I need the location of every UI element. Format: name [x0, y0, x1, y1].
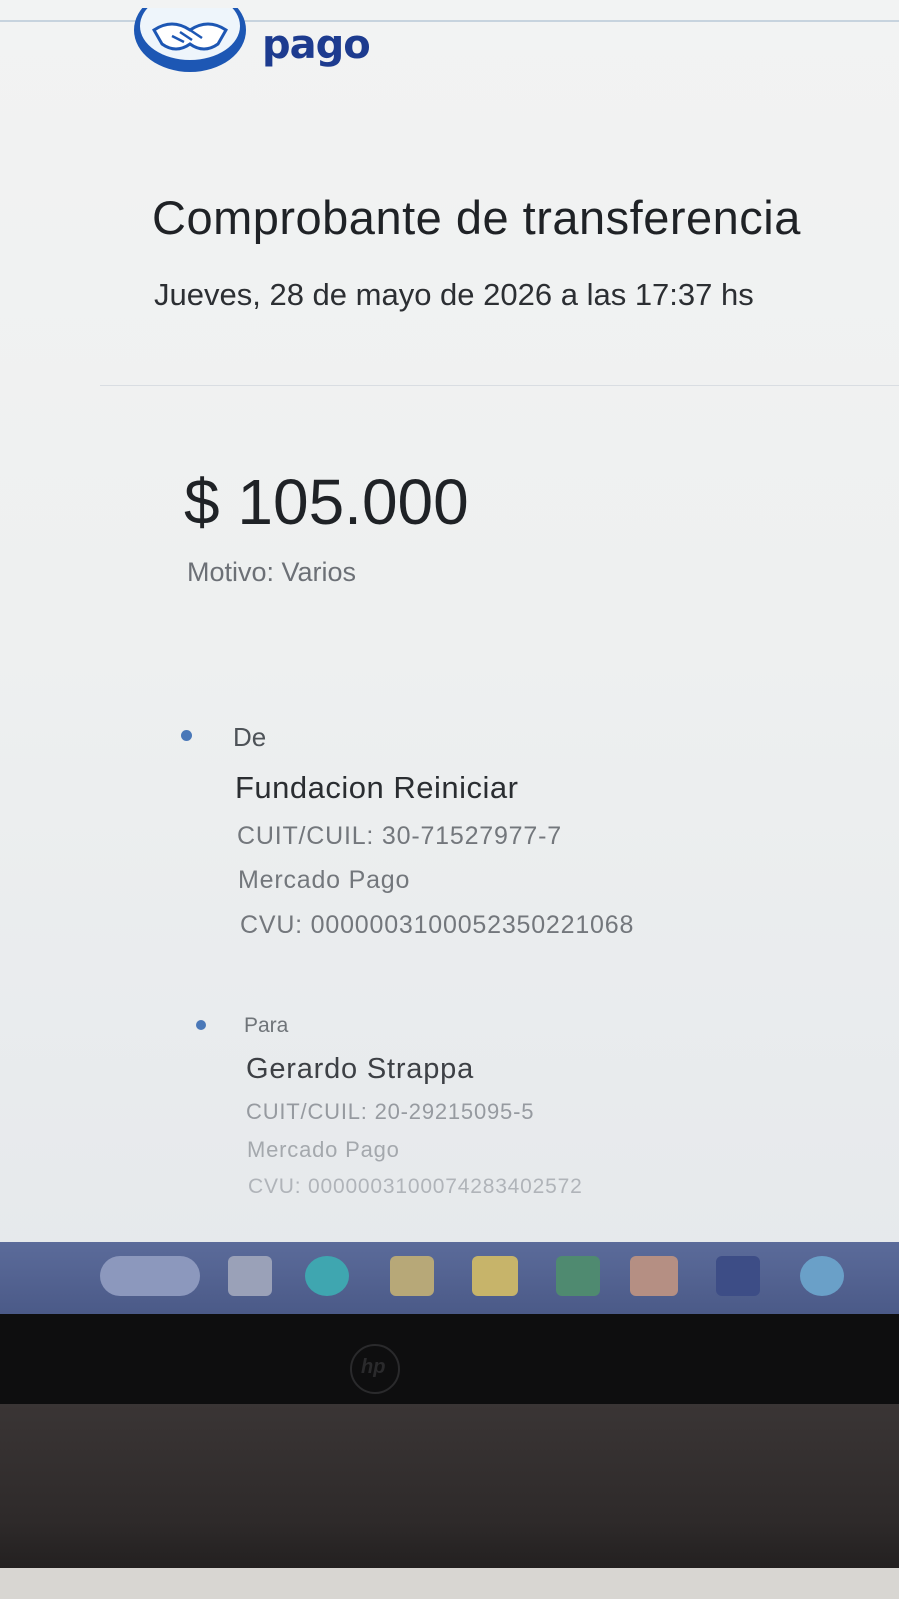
hp-logo: hp [350, 1344, 400, 1394]
sender-cvu: CVU: 0000003100052350221068 [240, 911, 635, 939]
recipient-name: Gerardo Strappa [246, 1053, 475, 1085]
sender-cuit: CUIT/CUIL: 30-71527977-7 [237, 822, 562, 850]
taskbar [0, 1242, 899, 1314]
transfer-amount: $ 105.000 [184, 466, 469, 538]
taskbar-store-icon[interactable] [390, 1256, 434, 1296]
sender-label: De [233, 722, 267, 752]
recipient-bullet-icon [196, 1020, 206, 1030]
taskbar-file-icon[interactable] [228, 1256, 272, 1296]
recipient-cvu: CVU: 0000003100074283402572 [248, 1175, 583, 1198]
sender-bank: Mercado Pago [238, 866, 411, 894]
monitor-bezel: hp [0, 1314, 899, 1404]
taskbar-chrome-icon[interactable] [800, 1256, 844, 1296]
mercado-pago-logo: pago [132, 8, 392, 78]
taskbar-folder-icon[interactable] [472, 1256, 518, 1296]
taskbar-vpn-icon[interactable] [630, 1256, 678, 1296]
page-title: Comprobante de transferencia [152, 191, 801, 244]
taskbar-excel-icon[interactable] [556, 1256, 600, 1296]
sender-bullet-icon [181, 730, 192, 741]
sender-name: Fundacion Reiniciar [235, 770, 519, 805]
recipient-bank: Mercado Pago [247, 1137, 400, 1162]
taskbar-search-box[interactable] [100, 1256, 200, 1296]
transfer-motive: Motivo: Varios [187, 557, 357, 587]
transfer-datetime: Jueves, 28 de mayo de 2026 a las 17:37 h… [154, 277, 754, 312]
recipient-label: Para [244, 1014, 289, 1037]
taskbar-photoshop-icon[interactable] [716, 1256, 760, 1296]
recipient-cuit: CUIT/CUIL: 20-29215095-5 [246, 1099, 535, 1124]
keyboard-edge [0, 1568, 899, 1599]
screen: pago Comprobante de transferencia Jueves… [0, 0, 899, 1260]
section-divider [100, 385, 899, 386]
handshake-icon [134, 8, 246, 72]
taskbar-edge-icon[interactable] [305, 1256, 349, 1296]
logo-text: pago [262, 22, 371, 68]
